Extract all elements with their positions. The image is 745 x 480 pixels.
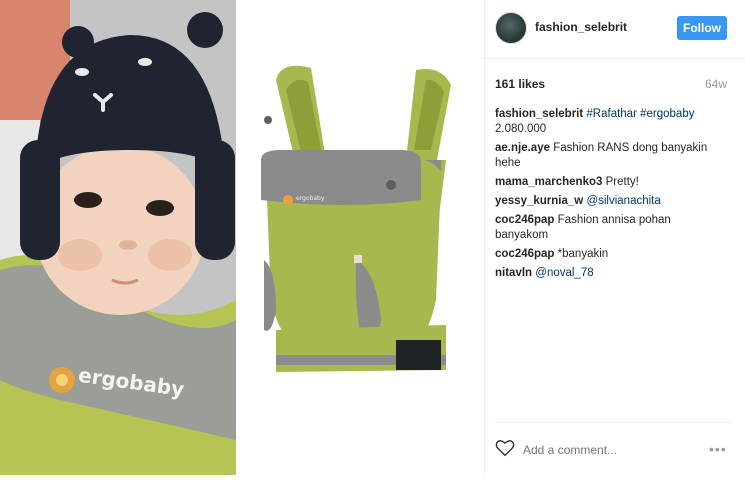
post-image[interactable]: ergobaby ergobaby bbox=[0, 0, 484, 475]
comment-tag-link[interactable]: @noval_78 bbox=[535, 267, 593, 279]
comment-item: mama_marchenko3 Pretty! bbox=[495, 175, 727, 190]
avatar[interactable] bbox=[495, 12, 527, 44]
baby-carrier-illustration bbox=[261, 65, 451, 372]
baby-illustration bbox=[0, 0, 236, 475]
comment-item: coc246pap Fashion annisa pohan banyakom bbox=[495, 213, 727, 243]
follow-button[interactable]: Follow bbox=[677, 16, 727, 40]
post-age[interactable]: 64w bbox=[705, 77, 727, 91]
comment-item: fashion_selebrit #Rafathar #ergobaby 2.0… bbox=[495, 107, 727, 137]
likes-count[interactable]: 161 likes bbox=[495, 77, 545, 91]
heart-icon[interactable] bbox=[495, 439, 515, 457]
comment-username[interactable]: ae.nje.aye bbox=[495, 142, 550, 154]
post-side-panel: fashion_selebrit Follow 161 likes 64w fa… bbox=[484, 0, 745, 475]
comment-text: 2.080.000 bbox=[495, 123, 547, 135]
comment-tag-link[interactable]: #Rafathar bbox=[586, 108, 637, 120]
comment-item: ae.nje.aye Fashion RANS dong banyakin he… bbox=[495, 141, 727, 171]
comment-username[interactable]: coc246pap bbox=[495, 248, 554, 260]
comment-text: Pretty! bbox=[605, 176, 639, 188]
comment-item: yessy_kurnia_w @silvianachita bbox=[495, 194, 727, 209]
comment-item: nitavln @noval_78 bbox=[495, 266, 727, 281]
comment-item: coc246pap *banyakin bbox=[495, 247, 727, 262]
likes-row: 161 likes 64w bbox=[495, 77, 727, 91]
carrier-product-photo: ergobaby bbox=[236, 0, 484, 475]
comment-username[interactable]: fashion_selebrit bbox=[495, 108, 583, 120]
comment-tag-link[interactable]: #ergobaby bbox=[640, 108, 694, 120]
comment-tag-link[interactable]: @silvianachita bbox=[586, 195, 660, 207]
comment-username[interactable]: mama_marchenko3 bbox=[495, 176, 602, 188]
comment-text: *banyakin bbox=[557, 248, 609, 260]
comment-username[interactable]: nitavln bbox=[495, 267, 532, 279]
baby-photo: ergobaby bbox=[0, 0, 236, 475]
carrier-logo-text: ergobaby bbox=[296, 195, 325, 202]
comments-list: fashion_selebrit #Rafathar #ergobaby 2.0… bbox=[495, 107, 727, 285]
post-header: fashion_selebrit Follow bbox=[485, 0, 745, 59]
header-username[interactable]: fashion_selebrit bbox=[535, 20, 627, 34]
instagram-post: ergobaby ergobaby fashion_selebrit Follo… bbox=[0, 0, 745, 475]
comment-bar: ••• bbox=[495, 422, 730, 473]
comment-username[interactable]: yessy_kurnia_w bbox=[495, 195, 583, 207]
comment-username[interactable]: coc246pap bbox=[495, 214, 554, 226]
add-comment-input[interactable] bbox=[523, 443, 678, 457]
more-options-icon[interactable]: ••• bbox=[709, 441, 727, 457]
